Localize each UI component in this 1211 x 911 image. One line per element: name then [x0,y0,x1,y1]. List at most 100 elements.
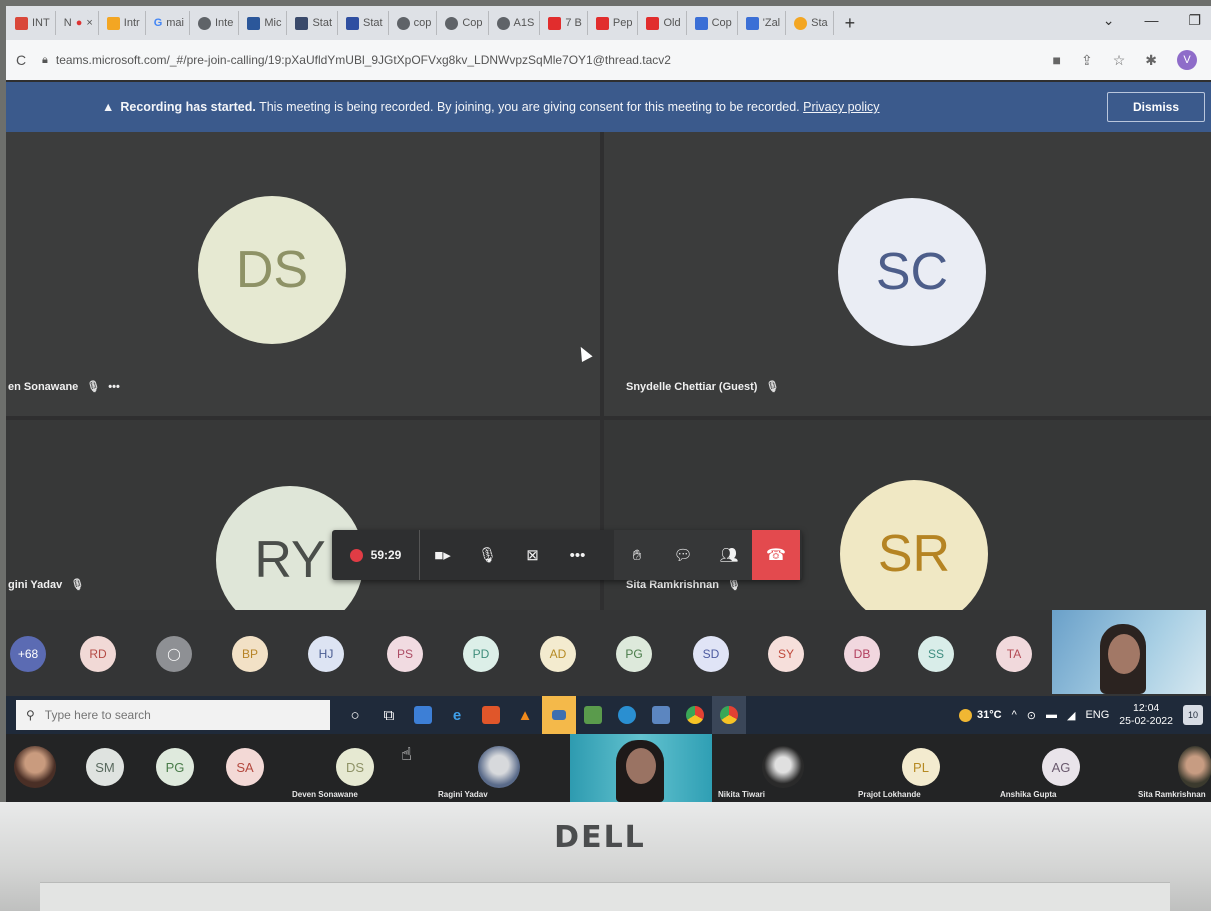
participant-chip[interactable]: PS [387,636,423,672]
participant-chip[interactable]: PD [463,636,499,672]
participant-chip[interactable]: SA [226,748,264,786]
browser-tab[interactable]: Cop [690,11,738,35]
self-video-preview[interactable] [1052,610,1206,694]
edge-icon[interactable] [610,696,644,734]
camera-button[interactable]: ■▸ [420,530,465,580]
browser-tab[interactable]: cop [392,11,438,35]
chrome-icon[interactable] [678,696,712,734]
participant-tile[interactable]: RY gini Yadav 🎙︎ [6,420,600,634]
tab-search-icon[interactable]: ⌄ [1103,12,1115,29]
restore-icon[interactable]: ❐ [1188,12,1201,29]
browser-tab[interactable]: Old [641,11,687,35]
browser-tab[interactable]: Intr [102,11,146,35]
participant-chip[interactable]: DS [336,748,374,786]
file-explorer-icon[interactable] [542,696,576,734]
browser-tab[interactable]: Mic [242,11,288,35]
battery-icon[interactable]: ▬ [1046,709,1057,721]
internet-explorer-icon[interactable]: e [440,696,474,734]
share-icon[interactable]: ⇪ [1081,52,1093,69]
chat-button[interactable]: 💬︎ [660,530,706,580]
camera-indicator-icon[interactable]: ■ [1053,52,1061,68]
participant-chip[interactable]: DB [844,636,880,672]
participant-chip[interactable]: AG [1042,748,1080,786]
participant-photo[interactable] [478,746,520,788]
dismiss-button[interactable]: Dismiss [1107,92,1205,122]
notifications-badge[interactable]: 10 [1183,705,1203,725]
taskbar-search[interactable]: ⚲ [16,700,330,730]
participant-tile[interactable]: DS en Sonawane 🎙︎ ••• [6,132,600,416]
participant-photo[interactable] [1178,746,1211,788]
profile-avatar[interactable]: V [1177,50,1197,70]
participant-chip[interactable]: ◯ [156,636,192,672]
leave-call-button[interactable]: ☎︎ [752,530,800,580]
url-field[interactable]: 🔒︎ teams.microsoft.com/_#/pre-join-calli… [42,47,822,73]
participant-video[interactable] [570,734,712,802]
participant-chip[interactable]: HJ [308,636,344,672]
participant-tile[interactable]: SR Sita Ramkrishnan 🎙︎ [604,420,1211,628]
globe-icon [396,16,410,30]
taskbar-app-icon[interactable] [474,696,508,734]
participant-photo[interactable] [14,746,56,788]
participants-button[interactable]: 👥︎ [706,530,752,580]
participant-label: Prajot Lokhande [858,790,921,799]
tab-favicon [247,16,261,30]
participant-name: Snydelle Chettiar (Guest) 🎙︎ [626,380,780,394]
taskbar-app-icon[interactable] [406,696,440,734]
browser-tab[interactable]: INT [10,11,56,35]
participant-chip[interactable]: PG [616,636,652,672]
browser-tab[interactable]: Inte [193,11,240,35]
participant-chip[interactable]: SM [86,748,124,786]
window-controls: ⌄ — ❐ [1103,12,1201,29]
share-screen-button[interactable]: ⊠ [510,530,555,580]
participant-chip[interactable]: SS [918,636,954,672]
more-actions-button[interactable]: ••• [555,530,600,580]
star-icon[interactable]: ☆ [1113,52,1126,69]
dell-logo: DELL [554,820,646,855]
participant-chip[interactable]: SD [693,636,729,672]
task-view-icon[interactable]: ⧉ [372,696,406,734]
vlc-icon[interactable]: ▲ [508,696,542,734]
privacy-policy-link[interactable]: Privacy policy [803,100,879,114]
browser-tab[interactable]: A1S [492,11,541,35]
browser-tab-active[interactable]: N ● × [59,11,99,35]
more-options-icon[interactable]: ••• [108,381,120,393]
more-participants-chip[interactable]: +68 [10,636,46,672]
taskbar-app-icon[interactable] [576,696,610,734]
participant-chip[interactable]: AD [540,636,576,672]
participant-photo[interactable] [762,746,804,788]
raise-hand-button[interactable]: ✋︎ [614,530,660,580]
close-tab-icon[interactable]: × [86,17,92,29]
taskbar-app-icon[interactable] [644,696,678,734]
onedrive-icon[interactable]: ⊙ [1027,709,1036,722]
browser-tab[interactable]: 'Zal [741,11,787,35]
chrome-icon[interactable] [712,696,746,734]
browser-tab[interactable]: Sta [789,11,834,35]
participant-chip[interactable]: PL [902,748,940,786]
participant-tile[interactable]: SC Snydelle Chettiar (Guest) 🎙︎ [604,132,1211,416]
minimize-icon[interactable]: — [1144,12,1158,29]
call-controls: 59:29 ■▸ 🎙︎ ⊠ ••• ✋︎ 💬︎ 👥︎ ☎︎ [332,530,802,580]
participant-chip[interactable]: TA [996,636,1032,672]
participant-chip[interactable]: SY [768,636,804,672]
mic-button[interactable]: 🎙︎ [465,530,510,580]
participant-chip[interactable]: BP [232,636,268,672]
cortana-icon[interactable]: ○ [338,696,372,734]
language-indicator[interactable]: ENG [1085,709,1109,721]
browser-tab[interactable]: Cop [440,11,489,35]
browser-tab[interactable]: 7 B [543,11,588,35]
clock[interactable]: 12:04 25-02-2022 [1119,702,1173,728]
browser-tab[interactable]: Stat [341,11,389,35]
wifi-icon[interactable]: ◢ [1067,709,1075,722]
browser-tab[interactable]: Pep [591,11,639,35]
participant-name: en Sonawane 🎙︎ ••• [8,380,120,394]
participant-chip[interactable]: PG [156,748,194,786]
taskbar-search-input[interactable] [44,708,305,722]
browser-tab[interactable]: Gmai [149,11,190,35]
weather-widget[interactable]: 31°C [959,708,1002,722]
chevron-up-icon[interactable]: ^ [1012,709,1017,721]
extensions-icon[interactable]: ✱ [1145,52,1157,69]
new-tab-button[interactable]: + [837,13,864,34]
browser-tab[interactable]: Stat [290,11,339,35]
participant-chip[interactable]: RD [80,636,116,672]
reload-icon[interactable]: C [6,52,36,68]
